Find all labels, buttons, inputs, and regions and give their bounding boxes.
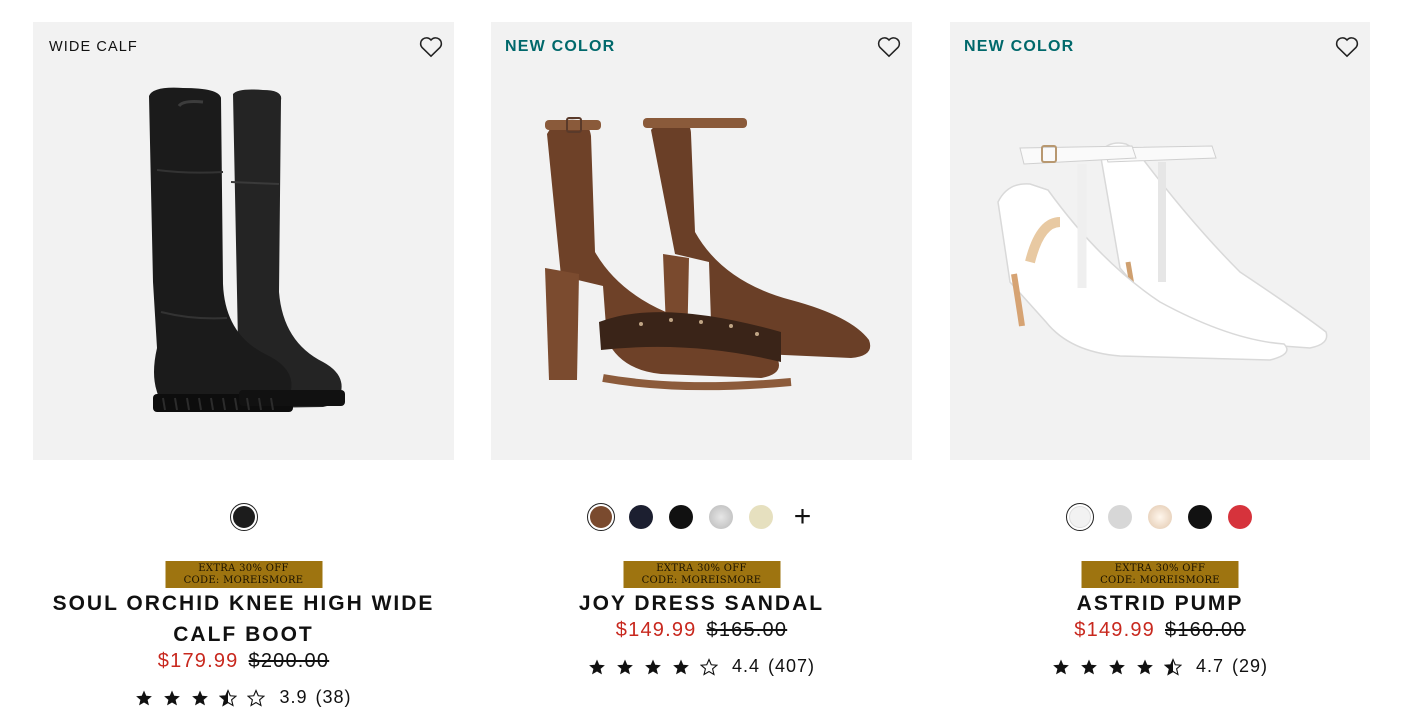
review-count: (29) [1232,656,1269,676]
star-rating [1052,657,1182,676]
original-price: $160.00 [1165,619,1246,641]
swatch-red[interactable] [1226,503,1254,531]
product-image-sandal[interactable] [491,22,912,460]
badge-new-color: NEW COLOR [964,38,1075,55]
rating-score: 3.9 [279,687,308,707]
star-full-icon [164,690,181,705]
rating-score: 4.4 [731,656,760,676]
promo-line-2: CODE: MOREISMORE [641,574,762,586]
product-image-area[interactable]: WIDE CALF [33,22,454,460]
star-empty-icon [699,657,718,676]
star-empty-icon [247,688,266,707]
price-row: $149.99 $160.00 [950,619,1370,642]
badge-new-color: NEW COLOR [505,38,616,55]
original-price: $200.00 [248,650,330,672]
product-image-area[interactable]: NEW COLOR [491,22,912,460]
swatch-champagne[interactable] [1146,503,1174,531]
product-image-area[interactable]: NEW COLOR [950,22,1370,460]
color-swatches: + [491,502,912,532]
product-name[interactable]: SOUL ORCHID KNEE HIGH WIDE CALF BOOT [33,588,454,650]
heart-icon[interactable] [1334,34,1360,60]
review-count: (407) [768,656,816,676]
color-swatches [950,503,1370,531]
star-full-icon [589,659,605,674]
star-full-icon [617,659,633,674]
rating-row[interactable]: 3.9 (38) [33,687,454,707]
swatch-cream[interactable] [747,503,775,531]
star-full-icon [1053,659,1069,674]
swatch-black[interactable] [667,503,695,531]
sale-price: $179.99 [157,650,239,672]
star-full-icon [1137,659,1153,674]
more-colors-button[interactable]: + [789,502,817,532]
product-card-astrid-pump[interactable]: NEW COLOR EXTRA 30% OFF CODE: MOREISMORE… [950,0,1370,707]
swatch-bronze[interactable] [586,503,615,531]
promo-line-1: EXTRA 30% OFF [656,563,747,574]
star-full-icon [1109,659,1125,674]
price-row: $179.99 $200.00 [33,650,454,673]
color-swatches [33,503,454,531]
swatch-white[interactable] [1066,503,1094,531]
review-count: (38) [315,687,352,707]
product-name[interactable]: ASTRID PUMP [950,588,1370,619]
swatch-silver[interactable] [1106,503,1134,531]
star-half-icon [1163,657,1182,676]
original-price: $165.00 [706,619,788,641]
sale-price: $149.99 [615,619,697,641]
star-full-icon [1081,659,1097,674]
star-full-icon [136,690,153,705]
star-full-icon [645,659,661,674]
promo-line-1: EXTRA 30% OFF [1114,563,1206,574]
sale-price: $149.99 [1074,619,1155,641]
star-full-icon [673,659,689,674]
product-card-soul-orchid[interactable]: WIDE CALF EXTRA 30% OFF CODE: MOREISMORE… [33,0,454,707]
product-card-joy-dress-sandal[interactable]: NEW COLOR + EXTRA 30% OFF CODE: MOREISMO… [491,0,912,707]
swatch-black[interactable] [229,503,258,531]
swatch-silver[interactable] [707,503,735,531]
swatch-black[interactable] [1186,503,1214,531]
rating-row[interactable]: 4.4 (407) [491,656,912,677]
promo-badge: EXTRA 30% OFF CODE: MOREISMORE [165,561,322,588]
badge-wide-calf: WIDE CALF [49,39,138,55]
star-rating [588,657,718,676]
star-rating [135,688,266,707]
product-name[interactable]: JOY DRESS SANDAL [491,588,912,619]
heart-icon[interactable] [418,34,444,60]
rating-row[interactable]: 4.7 (29) [950,656,1370,677]
promo-badge: EXTRA 30% OFF CODE: MOREISMORE [623,561,780,588]
rating-score: 4.7 [1195,656,1224,676]
swatch-navy[interactable] [627,503,655,531]
product-image-boot[interactable] [33,22,454,460]
star-full-icon [192,690,209,705]
heart-icon[interactable] [876,34,902,60]
promo-line-2: CODE: MOREISMORE [1100,574,1220,586]
star-half-icon [219,688,238,707]
promo-line-1: EXTRA 30% OFF [198,563,289,574]
price-row: $149.99 $165.00 [491,619,912,642]
product-image-pump[interactable] [950,22,1370,460]
promo-badge: EXTRA 30% OFF CODE: MOREISMORE [1081,561,1239,588]
promo-line-2: CODE: MOREISMORE [183,574,304,586]
